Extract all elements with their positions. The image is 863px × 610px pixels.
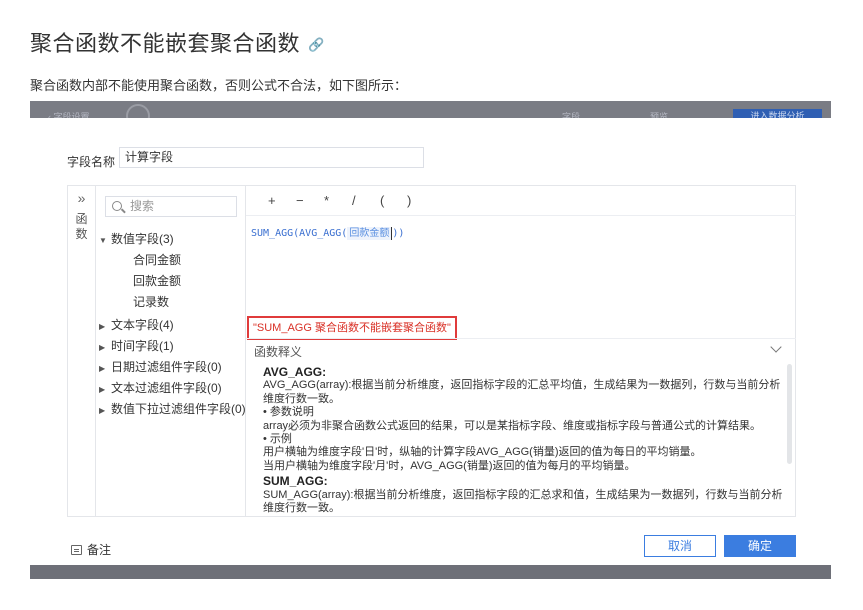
function-doc-title: 函数释义 [254,345,303,359]
tree-item-text-filter[interactable]: ▶ 文本过滤组件字段(0) [99,379,222,396]
field-tree: 搜索 ▼ 数值字段(3) 合同金额 回款金额 记录数 ▶ 文本字段(4) ▶ 时间字段… [96,186,246,516]
tree-item-value-dropdown[interactable]: ▶ 数值下拉过滤组件字段(0) [99,400,246,417]
tree-child-record-count[interactable]: 记录数 [133,293,169,310]
caret-right-icon: ▶ [99,343,106,352]
caret-right-icon: ▶ [99,322,106,331]
example-1: 用户横轴为维度字段'日'时，纵轴的计算字段AVG_AGG(销量)返回的值为每日的… [263,446,702,459]
tree-item-date-filter[interactable]: ▶ 日期过滤组件字段(0) [99,358,222,375]
comment-icon [71,545,82,555]
doc-title: 聚合函数不能嵌套聚合函数 🔗 [30,26,325,58]
doc-description: 聚合函数内部不能使用聚合函数，否则公式不合法，如下图所示： [30,78,408,93]
cancel-button[interactable]: 取消 [644,535,716,557]
function-side-tab[interactable]: » 函数 [68,186,96,516]
example-2: 当用户横轴为维度字段'月'时，AVG_AGG(销量)返回的值为每月的平均销量。 [263,459,636,472]
expand-double-chevron-icon[interactable]: » [68,190,95,206]
search-icon [112,201,122,211]
formula-text[interactable]: SUM_AGG(AVG_AGG(回款金额)) [251,224,404,240]
tree-item-time-fields[interactable]: ▶ 时间字段(1) [99,337,174,354]
caret-down-icon: ▼ [99,236,107,245]
avg-agg-desc: AVG_AGG(array):根据当前分析维度，返回指标字段的汇总平均值，生成结… [263,379,781,405]
search-input[interactable]: 搜索 [105,196,237,217]
caret-right-icon: ▶ [99,364,106,373]
embedded-screenshot: ‹ 字段设置 字段 预览 进入数据分析 字段名称 计算字段 » 函数 搜索 ▼ 数… [30,101,831,579]
doc-scrollbar[interactable] [787,364,792,464]
doc-title-text: 聚合函数不能嵌套聚合函数 [30,31,301,56]
formula-dialog: 字段名称 计算字段 » 函数 搜索 ▼ 数值字段(3) 合同金额 回款金额 记录数… [30,118,831,565]
operator-minus[interactable]: − [296,193,304,208]
function-doc-body: AVG_AGG: AVG_AGG(array):根据当前分析维度，返回指标字段的… [263,365,783,515]
operator-left-paren[interactable]: ( [380,193,384,208]
operator-right-paren[interactable]: ) [407,193,411,208]
confirm-button[interactable]: 确定 [724,535,796,557]
search-placeholder: 搜索 [130,199,155,213]
function-doc-header[interactable]: 函数释义 [246,338,796,362]
blurred-circle-icon [126,104,150,119]
chevron-down-icon[interactable] [770,341,782,353]
link-icon[interactable]: 🔗 [308,37,325,52]
blurred-top-bar: ‹ 字段设置 字段 预览 进入数据分析 [30,101,831,119]
error-message: "SUM_AGG 聚合函数不能嵌套聚合函数" [247,316,457,340]
tree-item-text-fields[interactable]: ▶ 文本字段(4) [99,316,174,333]
operator-bar: + − * / ( ) [246,186,796,216]
avg-agg-name: AVG_AGG: [263,365,327,379]
param-title: • 参数说明 [263,406,314,419]
operator-divide[interactable]: / [352,193,356,208]
field-name-label: 字段名称 [67,155,116,169]
function-tab-label: 函数 [75,212,88,241]
example-title: • 示例 [263,433,292,446]
tree-child-payment-amount[interactable]: 回款金额 [133,272,181,289]
operator-plus[interactable]: + [268,193,276,208]
formula-editor: + − * / ( ) SUM_AGG(AVG_AGG(回款金额)) "SUM_… [246,186,796,516]
caret-right-icon: ▶ [99,406,106,415]
field-name-input[interactable]: 计算字段 [119,147,424,168]
sum-agg-desc: SUM_AGG(array):根据当前分析维度，返回指标字段的汇总求和值，生成结… [263,488,783,515]
tree-child-contract-amount[interactable]: 合同金额 [133,251,181,268]
note-button[interactable]: 备注 [71,541,111,558]
formula-panel: » 函数 搜索 ▼ 数值字段(3) 合同金额 回款金额 记录数 ▶ 文本字段(4) … [67,185,796,517]
operator-multiply[interactable]: * [324,193,329,208]
param-desc: array必须为非聚合函数公式返回的结果，可以是某指标字段、维度或指标字段与普通… [263,419,762,432]
tree-item-value-fields[interactable]: ▼ 数值字段(3) [99,230,174,247]
formula-field-chip[interactable]: 回款金额 [347,227,393,240]
sum-agg-name: SUM_AGG: [263,474,328,489]
caret-right-icon: ▶ [99,385,106,394]
